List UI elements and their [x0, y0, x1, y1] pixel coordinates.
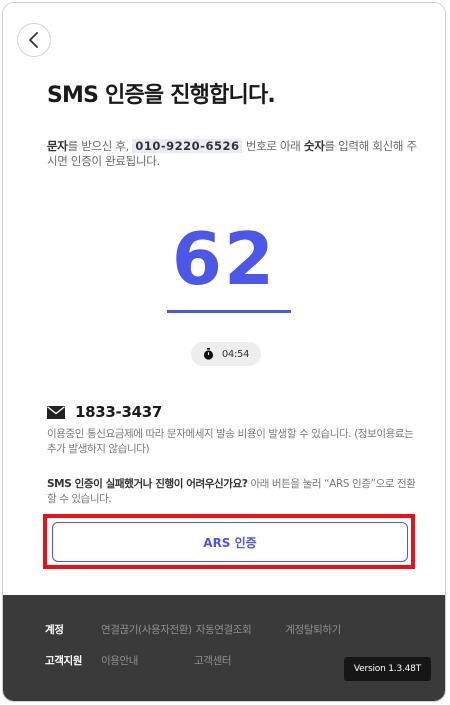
footer-account-row: 계정 연결끊기(사용자전환) 자동연결조회 계정탈퇴하기: [45, 622, 341, 637]
ars-notice: SMS 인증이 실패했거나 진행이 어려우신가요? 아래 버튼을 눌러 “ARS…: [47, 477, 417, 507]
footer-link-auto-connect[interactable]: 자동연결조회: [196, 622, 252, 637]
version-badge: Version 1.3.48T: [343, 657, 431, 681]
sms-number: 1833-3437: [75, 403, 163, 421]
countdown-timer: 04:54: [191, 342, 261, 366]
page-title: SMS 인증을 진행합니다.: [47, 83, 276, 108]
footer-support-heading: 고객지원: [45, 655, 83, 667]
desc-part: 를 받으신 후,: [67, 139, 133, 153]
sms-number-row: 1833-3437: [47, 403, 162, 421]
footer-support-row: 고객지원 이용안내 고객센터: [45, 653, 231, 668]
verification-code: 62: [171, 217, 277, 301]
code-underline: [167, 310, 291, 313]
phone-number: 010-9220-6526: [132, 139, 243, 153]
desc-part: 번호로 아래: [242, 139, 304, 153]
main-content: SMS 인증을 진행합니다. 문자를 받으신 후, 010-9220-6526 …: [3, 3, 445, 593]
fee-notice: 이용중인 통신요금제에 따라 문자메세지 발송 비용이 발생할 수 있습니다. …: [47, 428, 414, 455]
stopwatch-icon: [203, 348, 213, 360]
mail-icon: [47, 405, 65, 419]
app-window: SMS 인증을 진행합니다. 문자를 받으신 후, 010-9220-6526 …: [2, 2, 446, 702]
desc-bold-sms: 문자: [47, 139, 68, 153]
footer: 계정 연결끊기(사용자전환) 자동연결조회 계정탈퇴하기 고객지원 이용안내 고…: [3, 595, 445, 701]
back-button[interactable]: [17, 23, 51, 57]
ars-notice-bold: SMS 인증이 실패했거나 진행이 어려우신가요?: [47, 478, 248, 490]
footer-link-customer-center[interactable]: 고객센터: [194, 653, 231, 668]
verification-code-wrap: 62: [3, 215, 445, 303]
desc-bold-number: 숫자: [303, 139, 325, 153]
footer-link-guide[interactable]: 이용안내: [101, 653, 138, 668]
footer-link-delete-account[interactable]: 계정탈퇴하기: [285, 622, 341, 637]
footer-link-disconnect[interactable]: 연결끊기(사용자전환): [101, 622, 192, 637]
instruction-text: 문자를 받으신 후, 010-9220-6526 번호로 아래 숫자를 입력해 …: [47, 139, 417, 169]
footer-account-heading: 계정: [45, 624, 64, 636]
back-arrow-icon: [29, 32, 38, 48]
ars-auth-button[interactable]: ARS 인증: [52, 522, 408, 562]
timer-value: 04:54: [221, 348, 250, 360]
